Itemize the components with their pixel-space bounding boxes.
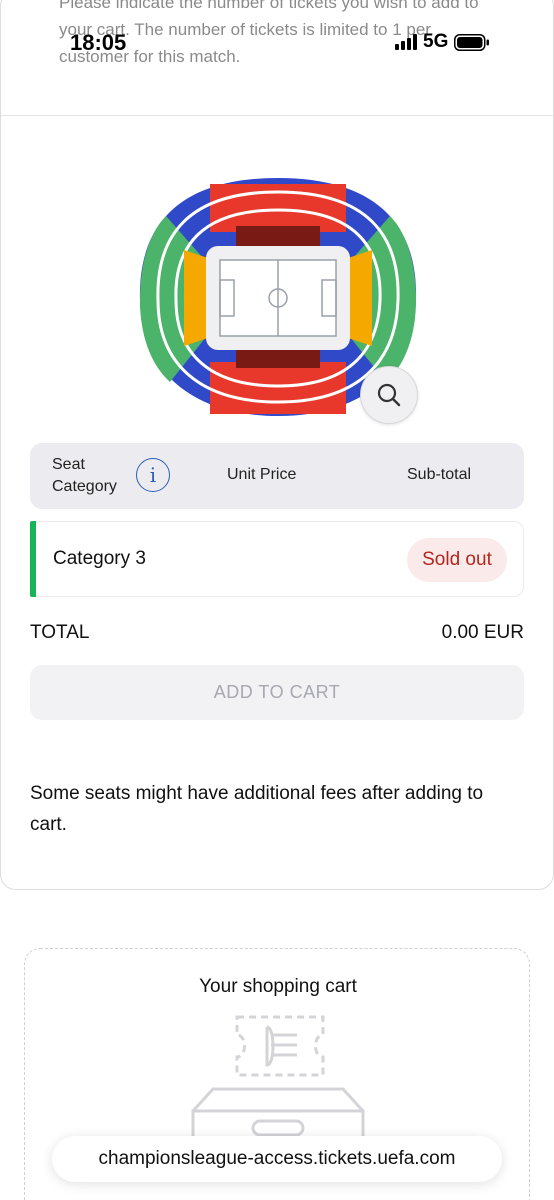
network-label: 5G: [423, 31, 449, 52]
zoom-button[interactable]: [360, 366, 418, 424]
header-seat-category: Seat Category: [52, 456, 117, 495]
status-indicators: 5G: [395, 31, 490, 53]
magnifier-icon: [377, 383, 401, 407]
fees-note: Some seats might have additional fees af…: [30, 783, 484, 835]
total-label: TOTAL: [30, 622, 90, 643]
status-time: 18:05: [70, 30, 127, 55]
battery-icon: [454, 33, 490, 51]
browser-url-bar[interactable]: championsleague-access.tickets.uefa.com: [52, 1136, 502, 1182]
add-to-cart-button[interactable]: ADD TO CART: [30, 665, 524, 720]
table-header: Seat Category i Unit Price Sub-total: [30, 443, 524, 509]
status-bar: 18:05 5G: [0, 0, 554, 80]
category-name: Category 3: [53, 548, 146, 569]
header-unit-price: Unit Price: [227, 466, 297, 483]
header-subtotal: Sub-total: [407, 466, 472, 483]
cart-title: Your shopping cart: [199, 976, 357, 997]
category-row: Category 3 Sold out: [30, 521, 524, 597]
signal-icon: [395, 34, 417, 50]
info-icon[interactable]: i: [136, 458, 170, 492]
total-value: 0.00 EUR: [441, 622, 524, 643]
divider: [1, 115, 554, 116]
category-color-accent: [30, 521, 36, 597]
sold-out-badge: Sold out: [407, 538, 507, 582]
